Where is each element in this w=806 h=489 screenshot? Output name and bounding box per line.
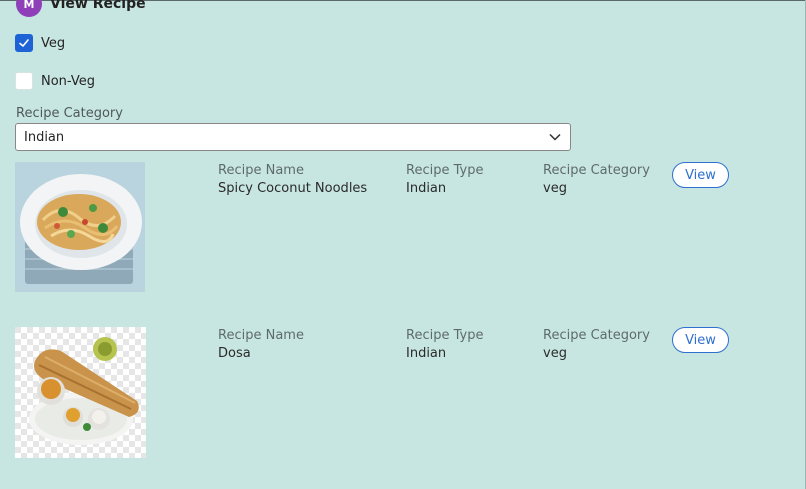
veg-filter[interactable]: Veg (15, 34, 65, 52)
veg-checkbox[interactable] (15, 34, 33, 52)
category-select-value: Indian (24, 129, 65, 145)
nonveg-filter[interactable]: Non-Veg (15, 72, 95, 90)
recipe-name-column: Recipe Name Spicy Coconut Noodles (218, 163, 367, 196)
recipe-name: Dosa (218, 346, 251, 361)
recipe-type: Indian (406, 181, 447, 196)
nonveg-label: Non-Veg (41, 73, 95, 89)
recipe-card: Recipe Name Dosa Recipe Type Indian Reci… (15, 327, 795, 459)
recipe-image-dosa (15, 327, 146, 458)
recipe-category-column: Recipe Category veg (543, 163, 650, 196)
view-button[interactable]: View (672, 327, 729, 353)
veg-label: Veg (41, 35, 66, 51)
recipe-category-column: Recipe Category veg (543, 328, 650, 361)
chevron-down-icon (549, 133, 561, 141)
recipe-card: Recipe Name Spicy Coconut Noodles Recipe… (15, 162, 795, 294)
recipe-type-column: Recipe Type Indian (406, 328, 483, 361)
avatar: M (16, 0, 42, 17)
recipe-type-column: Recipe Type Indian (406, 163, 483, 196)
category-select[interactable]: Indian (15, 123, 571, 151)
recipe-type-label: Recipe Type (406, 163, 484, 178)
recipe-type-label: Recipe Type (406, 328, 484, 343)
recipe-category: veg (543, 181, 567, 196)
recipe-category: veg (543, 346, 567, 361)
recipe-category-label: Recipe Category (543, 163, 650, 178)
category-select-label: Recipe Category (16, 106, 123, 121)
recipe-category-label: Recipe Category (543, 328, 650, 343)
recipe-name: Spicy Coconut Noodles (218, 181, 368, 196)
recipe-name-column: Recipe Name Dosa (218, 328, 304, 361)
view-button[interactable]: View (672, 162, 729, 188)
page-title: View Recipe (50, 0, 146, 12)
nonveg-checkbox[interactable] (15, 72, 33, 90)
recipe-name-label: Recipe Name (218, 163, 304, 178)
recipe-name-label: Recipe Name (218, 328, 304, 343)
page-header: M View Recipe (16, 0, 146, 18)
recipe-image-noodles (15, 162, 145, 292)
checkmark-icon (19, 39, 29, 47)
recipe-type: Indian (406, 346, 447, 361)
